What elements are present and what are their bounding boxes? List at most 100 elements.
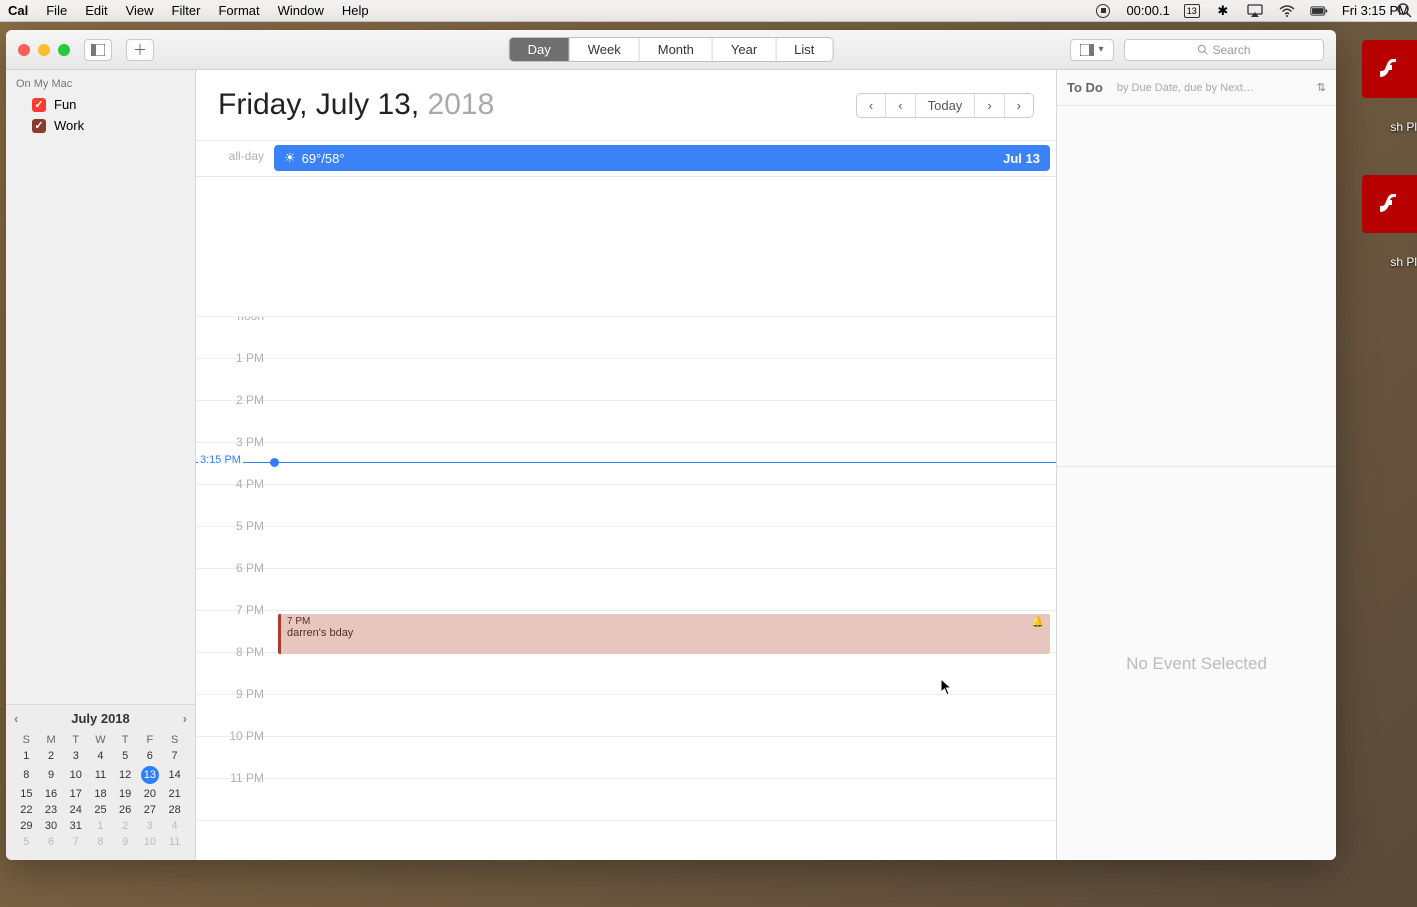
- mini-cal-day[interactable]: 18: [88, 786, 113, 802]
- mini-cal-day[interactable]: 30: [39, 818, 64, 834]
- mini-cal-day[interactable]: 2: [39, 748, 64, 764]
- calendar-date-icon[interactable]: 13: [1184, 4, 1200, 18]
- record-icon[interactable]: [1094, 4, 1112, 18]
- mini-cal-day[interactable]: 24: [63, 802, 88, 818]
- allday-weather-event[interactable]: ☀︎ 69°/58° Jul 13: [274, 145, 1050, 171]
- hour-row[interactable]: noon: [196, 317, 1056, 359]
- mini-cal-day[interactable]: 3: [63, 748, 88, 764]
- mini-cal-day[interactable]: 7: [63, 834, 88, 850]
- mini-cal-day[interactable]: 6: [138, 748, 163, 764]
- app-name[interactable]: Cal: [8, 3, 28, 18]
- battery-icon[interactable]: [1310, 5, 1328, 17]
- mini-cal-day[interactable]: 2: [113, 818, 138, 834]
- mini-cal-day[interactable]: 19: [113, 786, 138, 802]
- view-month-tab[interactable]: Month: [640, 38, 713, 61]
- checkbox-icon[interactable]: ✓: [32, 119, 46, 133]
- view-list-tab[interactable]: List: [776, 38, 832, 61]
- allday-spacer[interactable]: [196, 177, 1056, 317]
- mini-cal-day[interactable]: 28: [162, 802, 187, 818]
- hour-row[interactable]: 9 PM: [196, 695, 1056, 737]
- mini-cal-day[interactable]: 9: [39, 764, 64, 786]
- inspector-toggle-button[interactable]: ▾: [1070, 39, 1114, 61]
- spotlight-icon[interactable]: [1396, 2, 1412, 23]
- flash-installer-tile[interactable]: [1362, 40, 1417, 98]
- mini-cal-day[interactable]: 10: [138, 834, 163, 850]
- hour-row[interactable]: 11 PM: [196, 779, 1056, 821]
- mini-cal-grid[interactable]: SMTWTFS 12345678910111213141516171819202…: [14, 732, 187, 850]
- mini-cal-day[interactable]: 3: [138, 818, 163, 834]
- mini-cal-day[interactable]: 11: [162, 834, 187, 850]
- mini-cal-day[interactable]: 14: [162, 764, 187, 786]
- window-minimize-button[interactable]: [38, 44, 50, 56]
- mini-cal-day[interactable]: 5: [113, 748, 138, 764]
- nav-today-button[interactable]: Today: [916, 94, 976, 117]
- wifi-icon[interactable]: [1278, 5, 1296, 17]
- mini-cal-day[interactable]: 4: [162, 818, 187, 834]
- mini-cal-day[interactable]: 31: [63, 818, 88, 834]
- mini-cal-day[interactable]: 1: [14, 748, 39, 764]
- todo-sort-label[interactable]: by Due Date, due by Next…: [1117, 82, 1317, 94]
- mini-cal-next-button[interactable]: ›: [183, 711, 187, 726]
- mini-cal-day[interactable]: 10: [63, 764, 88, 786]
- window-zoom-button[interactable]: [58, 44, 70, 56]
- airplay-icon[interactable]: [1246, 4, 1264, 18]
- menu-view[interactable]: View: [126, 3, 154, 18]
- hour-row[interactable]: 1 PM: [196, 359, 1056, 401]
- mini-cal-day[interactable]: 13: [138, 764, 163, 786]
- hour-row[interactable]: 2 PM: [196, 401, 1056, 443]
- view-year-tab[interactable]: Year: [713, 38, 776, 61]
- calendar-item-fun[interactable]: ✓ Fun: [6, 94, 195, 115]
- menu-format[interactable]: Format: [218, 3, 259, 18]
- mini-cal-day[interactable]: 16: [39, 786, 64, 802]
- mini-cal-day[interactable]: 12: [113, 764, 138, 786]
- mini-cal-day[interactable]: 26: [113, 802, 138, 818]
- nav-next-day-button[interactable]: ›: [975, 94, 1004, 117]
- menu-file[interactable]: File: [46, 3, 67, 18]
- window-close-button[interactable]: [18, 44, 30, 56]
- mini-cal-prev-button[interactable]: ‹: [14, 711, 18, 726]
- mini-cal-day[interactable]: 1: [88, 818, 113, 834]
- menu-window[interactable]: Window: [278, 3, 324, 18]
- search-input[interactable]: Search: [1124, 39, 1324, 61]
- sidebar-toggle-button[interactable]: [84, 39, 112, 61]
- menu-filter[interactable]: Filter: [172, 3, 201, 18]
- nav-prev-week-button[interactable]: ‹: [857, 94, 886, 117]
- add-event-button[interactable]: ＋: [126, 39, 154, 61]
- hour-row[interactable]: 4 PM: [196, 485, 1056, 527]
- event-darrens-bday[interactable]: 7 PM darren's bday 🔔: [278, 614, 1050, 654]
- mini-cal-day[interactable]: 11: [88, 764, 113, 786]
- hour-row[interactable]: 6 PM: [196, 569, 1056, 611]
- mini-cal-day[interactable]: 9: [113, 834, 138, 850]
- mini-cal-day[interactable]: 17: [63, 786, 88, 802]
- mini-cal-day[interactable]: 22: [14, 802, 39, 818]
- mini-cal-day[interactable]: 21: [162, 786, 187, 802]
- menu-help[interactable]: Help: [342, 3, 369, 18]
- calendar-item-work[interactable]: ✓ Work: [6, 115, 195, 136]
- mini-cal-day[interactable]: 20: [138, 786, 163, 802]
- menu-edit[interactable]: Edit: [85, 3, 107, 18]
- hour-row[interactable]: 8 PM: [196, 653, 1056, 695]
- hour-row[interactable]: 10 PM: [196, 737, 1056, 779]
- checkbox-icon[interactable]: ✓: [32, 98, 46, 112]
- mini-cal-day[interactable]: 27: [138, 802, 163, 818]
- nav-prev-day-button[interactable]: ‹: [886, 94, 915, 117]
- nav-next-week-button[interactable]: ›: [1005, 94, 1033, 117]
- mini-cal-day[interactable]: 29: [14, 818, 39, 834]
- mini-cal-day[interactable]: 8: [88, 834, 113, 850]
- hour-row[interactable]: 5 PM: [196, 527, 1056, 569]
- mini-cal-day[interactable]: 6: [39, 834, 64, 850]
- dropbox-icon[interactable]: ✱: [1214, 3, 1232, 19]
- mini-cal-day[interactable]: 25: [88, 802, 113, 818]
- flash-installer-tile-2[interactable]: [1362, 175, 1417, 233]
- mini-cal-day[interactable]: 23: [39, 802, 64, 818]
- view-day-tab[interactable]: Day: [510, 38, 570, 61]
- mini-cal-day[interactable]: 7: [162, 748, 187, 764]
- mini-cal-day[interactable]: 8: [14, 764, 39, 786]
- hour-row[interactable]: 3 PM: [196, 443, 1056, 485]
- view-week-tab[interactable]: Week: [570, 38, 640, 61]
- mini-cal-day[interactable]: 15: [14, 786, 39, 802]
- mini-cal-day[interactable]: 5: [14, 834, 39, 850]
- mini-cal-day[interactable]: 4: [88, 748, 113, 764]
- hours-grid[interactable]: 3:15 PM 7 PM darren's bday 🔔 noon1 PM2 P…: [196, 317, 1056, 860]
- sort-stepper-icon[interactable]: ⇅: [1317, 81, 1326, 94]
